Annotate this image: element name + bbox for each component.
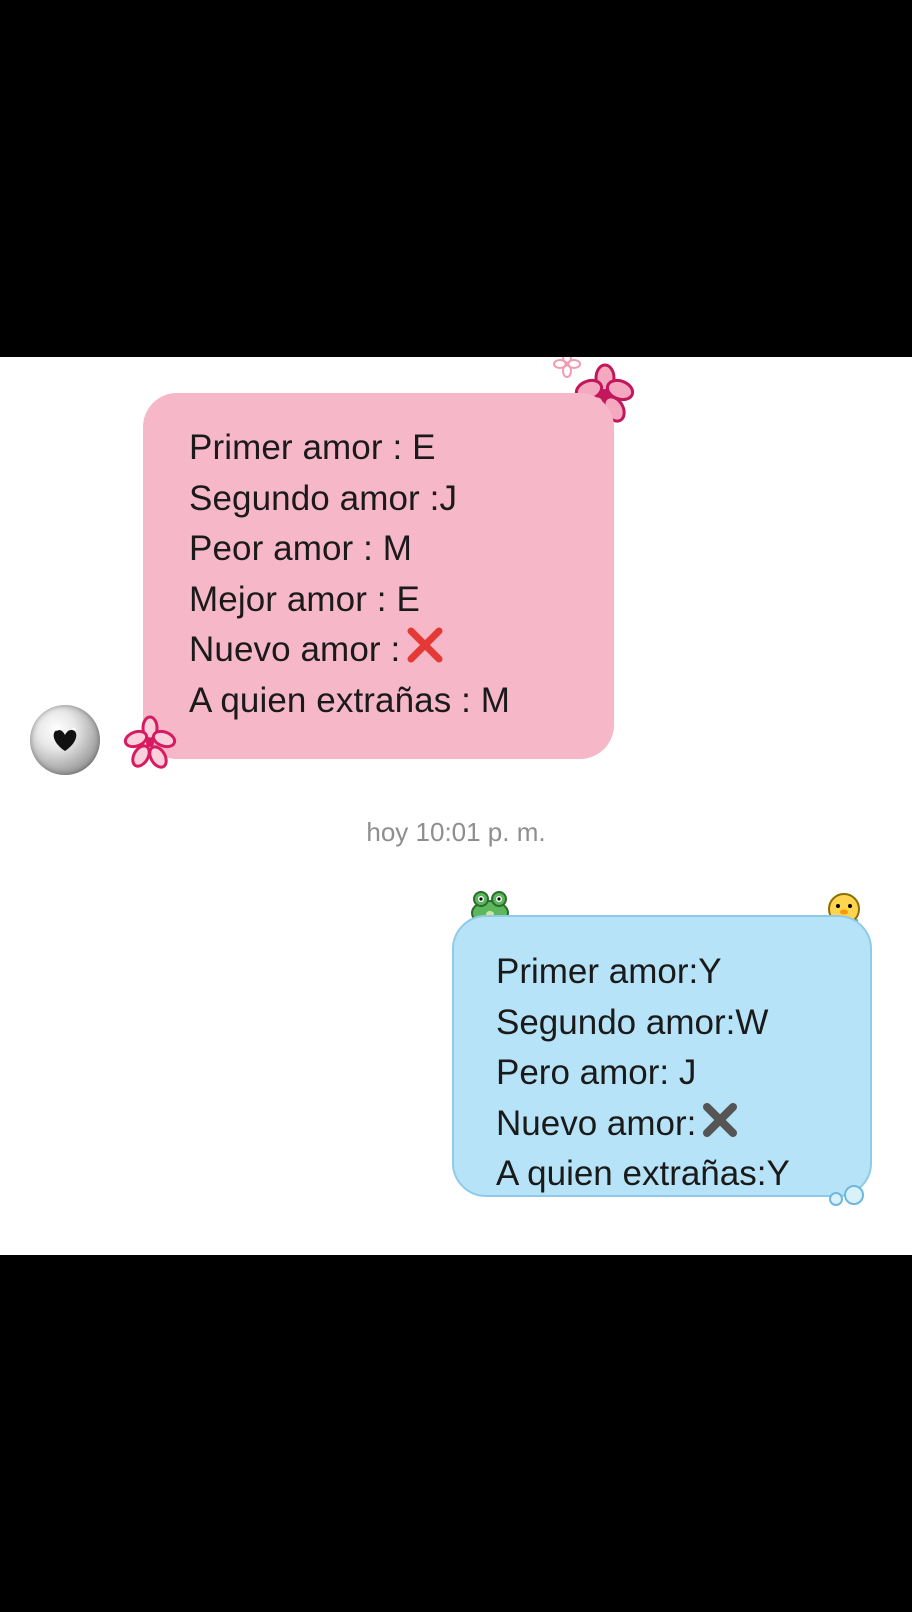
black-heart-avatar-icon [53,727,77,751]
gray-multiply-icon [703,1102,738,1137]
sent-line: Pero amor: J [496,1053,697,1092]
pink-flower-icon [123,715,177,769]
received-line: A quien extrañas : M [189,680,511,720]
sent-line-with-icon: Nuevo amor: [496,1099,870,1150]
bubbles-icon [829,1185,864,1206]
sent-line: A quien extrañas:Y [496,1154,790,1193]
received-line: Segundo amor :J [189,478,458,518]
sent-line: Segundo amor:W [496,1002,769,1042]
received-line: Nuevo amor : [189,630,401,669]
message-timestamp: hoy 10:01 p. m. [366,817,546,847]
received-message-bubble[interactable]: Primer amor : E Segundo amor :J Peor amo… [143,393,614,759]
received-line: Mejor amor : E [189,579,420,619]
screen: Primer amor : E Segundo amor :J Peor amo… [0,0,912,1612]
red-cross-mark-icon [407,627,443,663]
sent-line: Nuevo amor: [496,1103,697,1143]
received-line: Primer amor : E [189,428,436,467]
received-line-with-icon: Nuevo amor : [189,625,614,676]
sent-line: Primer amor:Y [496,952,722,991]
sent-message-bubble[interactable]: Primer amor:Y Segundo amor:W Pero amor: … [452,915,872,1197]
chat-area[interactable]: Primer amor : E Segundo amor :J Peor amo… [0,357,912,1255]
contact-avatar[interactable] [30,705,100,775]
received-line: Peor amor : M [189,529,413,568]
